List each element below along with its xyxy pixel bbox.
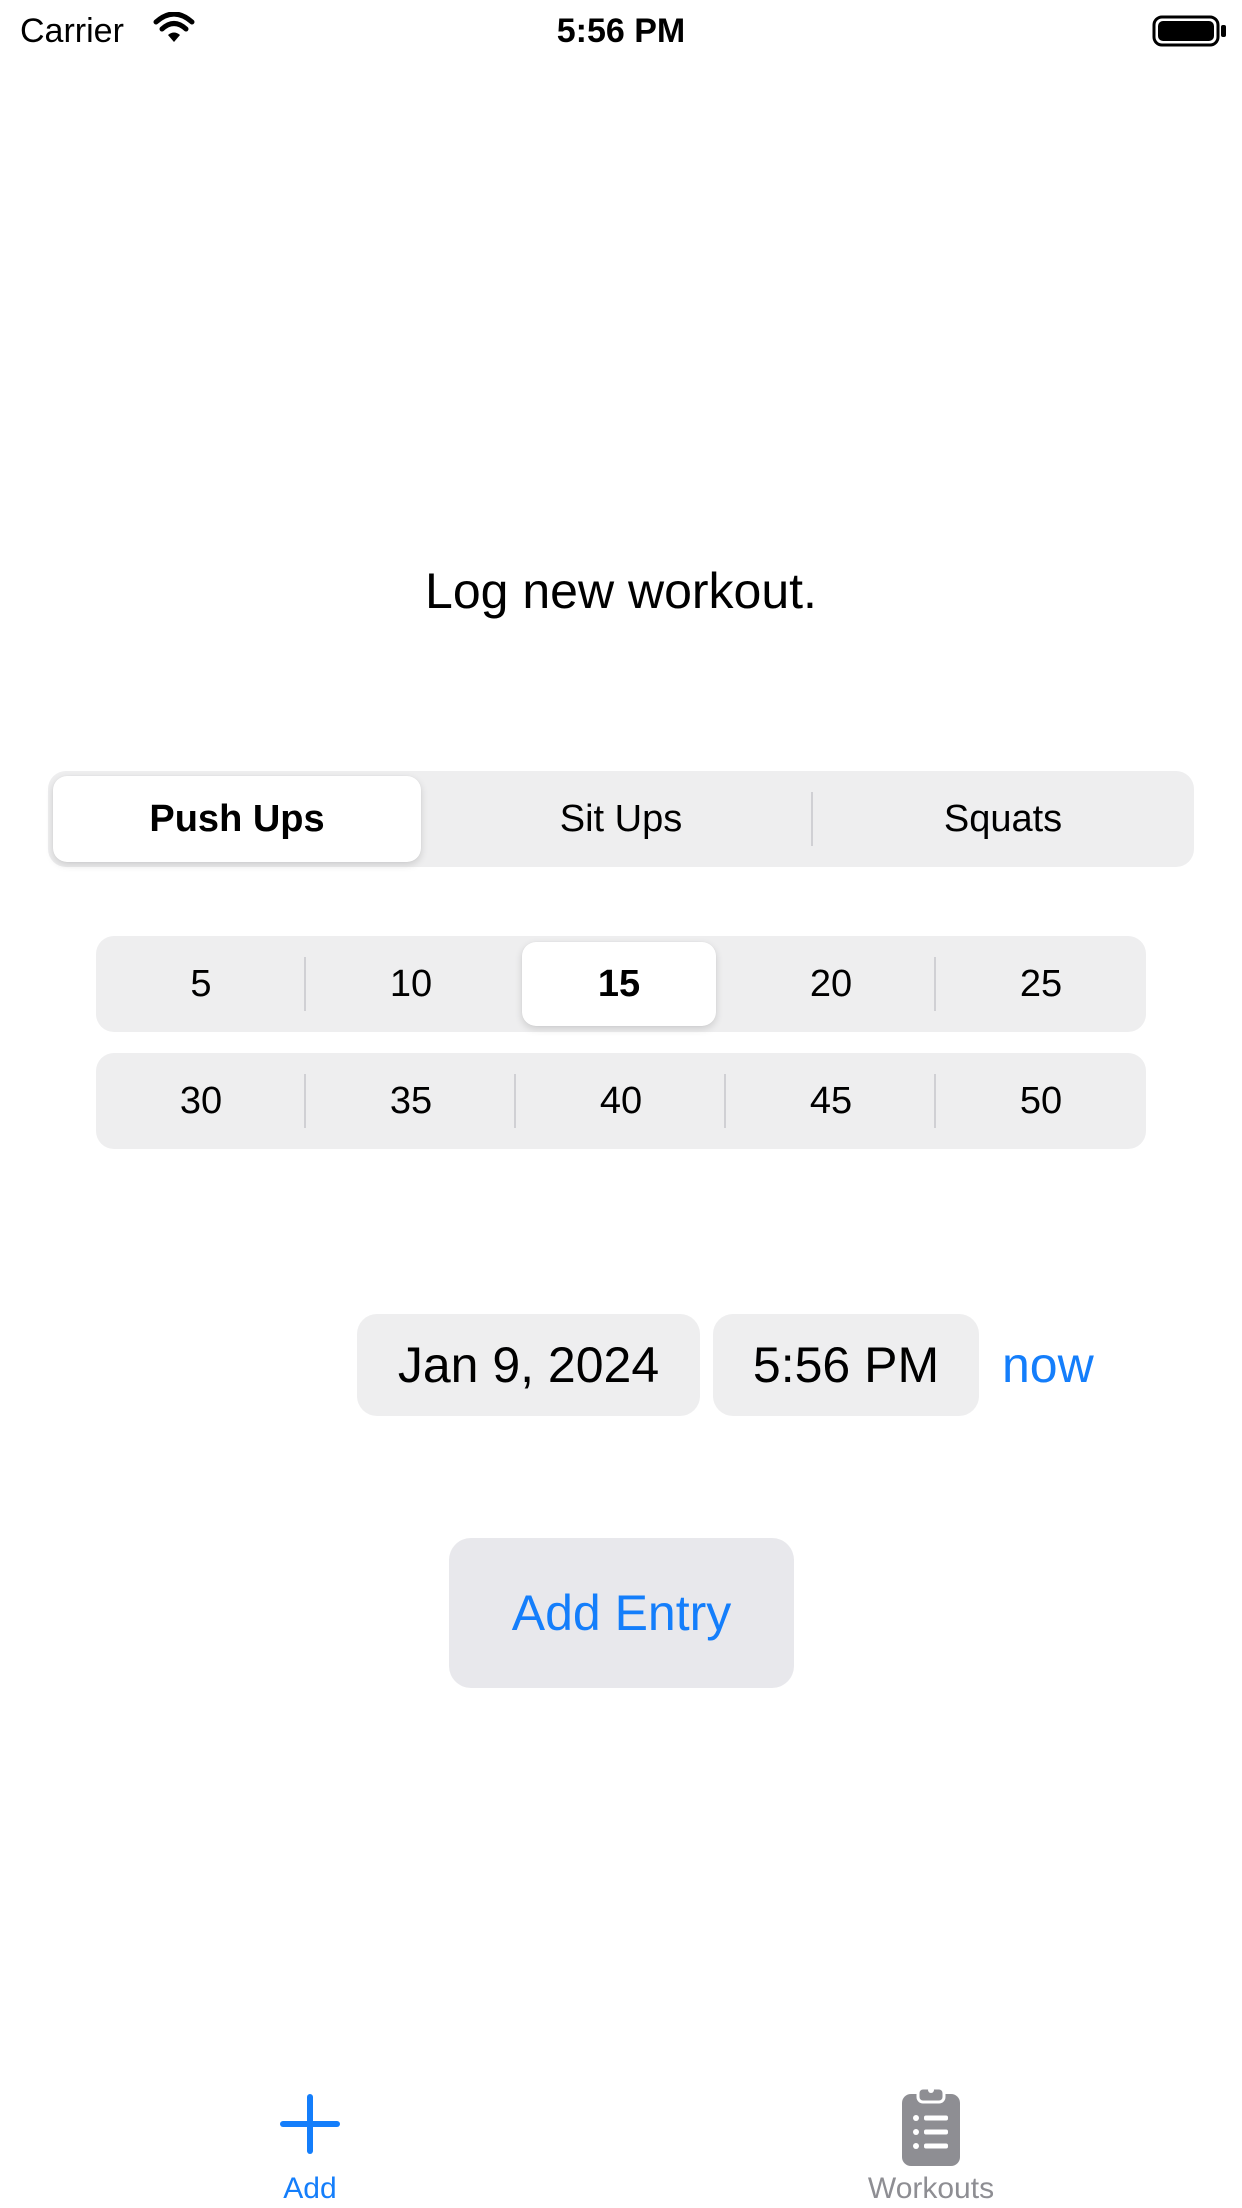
- reps-segmented-control-row-2: 30 35 40 45 50: [96, 1053, 1146, 1149]
- tab-workouts[interactable]: Workouts: [781, 2060, 1081, 2208]
- add-entry-button[interactable]: Add Entry: [449, 1538, 794, 1688]
- tab-bar: Add Workouts: [0, 2060, 1242, 2208]
- reps-option-10[interactable]: 10: [306, 936, 516, 1032]
- status-bar: Carrier 5:56 PM: [0, 0, 1242, 60]
- tab-workouts-label: Workouts: [867, 2172, 995, 2205]
- time-picker-button[interactable]: 5:56 PM: [713, 1314, 979, 1416]
- date-picker-button[interactable]: Jan 9, 2024: [357, 1314, 700, 1416]
- segment-squats[interactable]: Squats: [812, 771, 1194, 867]
- reps-option-20[interactable]: 20: [726, 936, 936, 1032]
- reps-option-5[interactable]: 5: [96, 936, 306, 1032]
- status-time: 5:56 PM: [556, 12, 686, 50]
- reps-option-30[interactable]: 30: [96, 1053, 306, 1149]
- segment-push-ups[interactable]: Push Ups: [53, 776, 421, 862]
- reps-option-40[interactable]: 40: [516, 1053, 726, 1149]
- reps-segmented-control-row-1: 5 10 15 20 25: [96, 936, 1146, 1032]
- reps-option-45[interactable]: 45: [726, 1053, 936, 1149]
- clipboard-list-icon: [781, 2086, 1081, 2166]
- reps-option-15[interactable]: 15: [522, 942, 716, 1026]
- reps-option-25[interactable]: 25: [936, 936, 1146, 1032]
- tab-add[interactable]: Add: [160, 2060, 460, 2208]
- battery-full-icon: [1152, 15, 1226, 47]
- tab-add-label: Add: [283, 2172, 337, 2205]
- reps-option-35[interactable]: 35: [306, 1053, 516, 1149]
- segment-sit-ups[interactable]: Sit Ups: [430, 771, 812, 867]
- plus-icon: [160, 2086, 460, 2164]
- now-button[interactable]: now: [1002, 1314, 1094, 1416]
- page-title: Log new workout.: [425, 563, 817, 619]
- reps-option-50[interactable]: 50: [936, 1053, 1146, 1149]
- exercise-segmented-control: Push Ups Sit Ups Squats: [48, 771, 1194, 867]
